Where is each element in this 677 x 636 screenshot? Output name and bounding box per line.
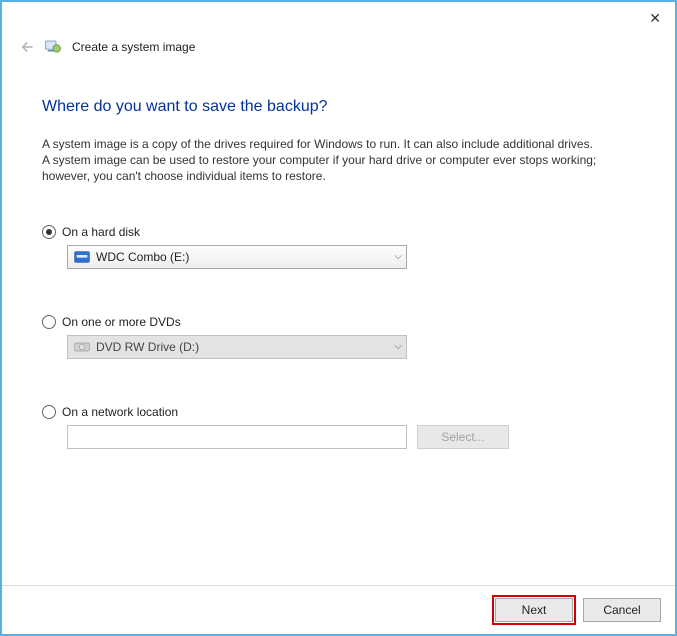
radio-dvd[interactable] <box>42 315 56 329</box>
option-hard-disk: On a hard disk WDC Combo (E:) ⌵ <box>42 225 637 269</box>
dvd-dropdown: DVD RW Drive (D:) ⌵ <box>67 335 407 359</box>
wizard-title: Create a system image <box>72 40 195 54</box>
wizard-window: ✕ Create a system image Where do you wan… <box>0 0 677 636</box>
next-button[interactable]: Next <box>495 598 573 622</box>
back-icon[interactable] <box>16 38 34 56</box>
radio-label-network: On a network location <box>62 405 178 419</box>
hard-drive-icon <box>74 250 90 264</box>
hard-disk-dropdown[interactable]: WDC Combo (E:) ⌵ <box>67 245 407 269</box>
radio-network[interactable] <box>42 405 56 419</box>
radio-row-network[interactable]: On a network location <box>42 405 637 419</box>
dvd-drive-icon <box>74 340 90 354</box>
description-text: A system image is a copy of the drives r… <box>42 136 602 185</box>
radio-label-dvd: On one or more DVDs <box>62 315 181 329</box>
network-location-field <box>67 425 407 449</box>
chevron-down-icon: ⌵ <box>394 341 402 352</box>
radio-row-hard-disk[interactable]: On a hard disk <box>42 225 637 239</box>
radio-hard-disk[interactable] <box>42 225 56 239</box>
dvd-selected: DVD RW Drive (D:) <box>96 340 199 354</box>
close-icon[interactable]: ✕ <box>649 11 661 25</box>
select-button: Select... <box>417 425 509 449</box>
hard-disk-selected: WDC Combo (E:) <box>96 250 189 264</box>
system-image-icon <box>44 38 62 56</box>
radio-label-hard-disk: On a hard disk <box>62 225 140 239</box>
option-network: On a network location Select... <box>42 405 637 449</box>
footer: Next Cancel <box>2 585 675 634</box>
title-bar: ✕ <box>2 2 675 34</box>
chevron-down-icon: ⌵ <box>394 251 402 262</box>
radio-row-dvd[interactable]: On one or more DVDs <box>42 315 637 329</box>
content-area: Where do you want to save the backup? A … <box>2 56 675 585</box>
cancel-button[interactable]: Cancel <box>583 598 661 622</box>
option-dvd: On one or more DVDs DVD RW Drive (D:) ⌵ <box>42 315 637 359</box>
page-heading: Where do you want to save the backup? <box>42 98 637 116</box>
header-row: Create a system image <box>2 34 675 56</box>
